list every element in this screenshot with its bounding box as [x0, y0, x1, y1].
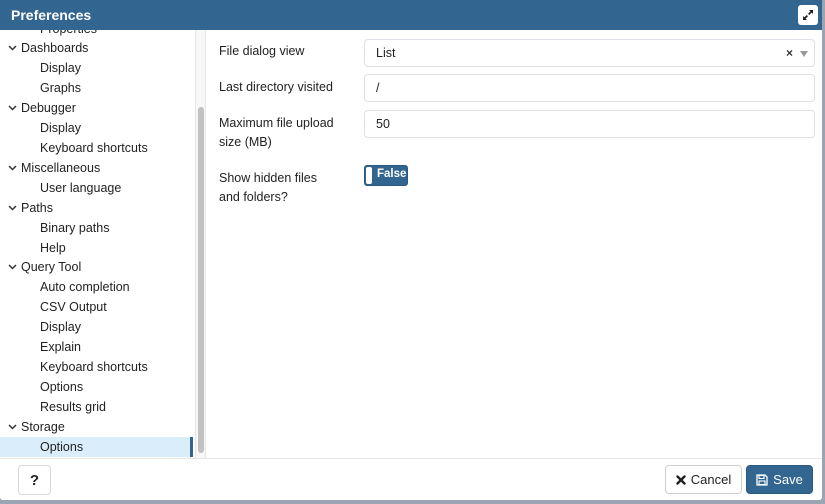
chevron-down-icon[interactable]: [8, 417, 17, 437]
tree-item-graphs[interactable]: Graphs: [0, 78, 193, 98]
tree-group-storage[interactable]: Storage: [0, 417, 193, 437]
scrollbar-thumb[interactable]: [198, 107, 204, 453]
tree-item-explain[interactable]: Explain: [0, 337, 193, 357]
tree-item-label: CSV Output: [40, 300, 107, 315]
last-directory-label: Last directory visited: [219, 80, 333, 94]
tree-item-keyboard-shortcuts[interactable]: Keyboard shortcuts: [0, 138, 193, 158]
tree-group-dashboards[interactable]: Dashboards: [0, 38, 193, 58]
tree-group-paths[interactable]: Paths: [0, 198, 193, 218]
tree-group-miscellaneous[interactable]: Miscellaneous: [0, 158, 193, 178]
tree-item-label: Query Tool: [21, 260, 82, 275]
tree-item-display[interactable]: Display: [0, 317, 193, 337]
tree-item-display[interactable]: Display: [0, 118, 193, 138]
help-button[interactable]: ?: [18, 465, 51, 495]
max-upload-label-line2: size (MB): [219, 135, 272, 149]
dialog-titlebar[interactable]: Preferences: [0, 0, 822, 30]
cancel-button[interactable]: Cancel: [665, 465, 742, 494]
preferences-tree: Properties Dashboards Display Graphs Debugg…: [0, 30, 195, 458]
save-button[interactable]: Save: [746, 465, 813, 494]
tree-item-label: Storage: [21, 420, 65, 435]
chevron-down-icon[interactable]: [8, 98, 17, 118]
file-dialog-view-label: File dialog view: [219, 44, 305, 58]
tree-item-options[interactable]: Options: [0, 437, 193, 457]
tree-item-options[interactable]: Options: [0, 377, 193, 397]
tree-item-label: Options: [40, 380, 84, 395]
tree-item-auto-completion[interactable]: Auto completion: [0, 277, 193, 297]
tree-scrollbar[interactable]: [195, 30, 206, 458]
tree-item-user-language[interactable]: User language: [0, 178, 193, 198]
show-hidden-label-line2: and folders?: [219, 190, 288, 204]
tree-item-label: Keyboard shortcuts: [40, 140, 148, 155]
tree-item-label: Results grid: [40, 400, 106, 415]
tree-item-label: Display: [40, 320, 81, 335]
chevron-down-icon[interactable]: [8, 158, 17, 178]
tree-item-label: Display: [40, 60, 81, 75]
tree-item-label: Keyboard shortcuts: [40, 360, 148, 375]
toggle-knob: [366, 167, 372, 184]
tree-item-binary-paths[interactable]: Binary paths: [0, 218, 193, 238]
tree-item-label: Help: [40, 240, 66, 255]
tree-item-keyboard-shortcuts[interactable]: Keyboard shortcuts: [0, 357, 193, 377]
chevron-down-icon[interactable]: [800, 51, 808, 57]
tree-item-label: Options: [40, 440, 84, 454]
save-icon: [756, 473, 768, 486]
show-hidden-label: Show hidden files and folders?: [219, 169, 317, 207]
select-value: List: [376, 46, 396, 60]
tree-item-help[interactable]: Help: [0, 238, 193, 258]
dialog-title: Preferences: [11, 7, 92, 23]
cancel-label: Cancel: [690, 472, 732, 487]
show-hidden-label-line1: Show hidden files: [219, 171, 317, 185]
tree-item-label: Auto completion: [40, 280, 130, 295]
clear-icon[interactable]: ×: [786, 40, 793, 66]
tree-item-label: Miscellaneous: [21, 160, 101, 175]
chevron-down-icon[interactable]: [8, 198, 17, 218]
tree-item-label: Display: [40, 120, 81, 135]
toggle-label: False: [377, 168, 407, 180]
dialog-footer: ? Cancel Save: [0, 458, 822, 500]
tree-item-label: Properties: [40, 30, 97, 36]
tree-item-label: User language: [40, 180, 122, 195]
tree-item-label: Binary paths: [40, 220, 110, 235]
expand-arrows-icon: [803, 10, 813, 20]
tree-item-label: Debugger: [21, 100, 76, 115]
max-upload-label: Maximum file upload size (MB): [219, 114, 334, 152]
preferences-content: File dialog view List × Last directory v…: [206, 30, 822, 458]
tree-item-label: Graphs: [40, 80, 81, 95]
maximize-button[interactable]: [798, 5, 818, 25]
tree-item-csv-output[interactable]: CSV Output: [0, 297, 193, 317]
preferences-dialog: Preferences Properties Dashboards Display…: [0, 0, 822, 500]
chevron-down-icon[interactable]: [8, 257, 17, 277]
tree-group-query-tool[interactable]: Query Tool: [0, 257, 193, 277]
show-hidden-toggle[interactable]: False: [364, 165, 408, 186]
tree-item-label: Dashboards: [21, 41, 89, 55]
tree-item-display[interactable]: Display: [0, 58, 193, 78]
tree-item-label: Paths: [21, 200, 53, 215]
save-label: Save: [773, 472, 803, 487]
file-dialog-view-select[interactable]: List ×: [364, 39, 815, 67]
tree-group-debugger[interactable]: Debugger: [0, 98, 193, 118]
tree-item-label: Explain: [40, 340, 81, 355]
chevron-down-icon[interactable]: [8, 38, 17, 58]
close-icon: [676, 474, 686, 485]
max-upload-input[interactable]: 50: [364, 110, 815, 138]
max-upload-label-line1: Maximum file upload: [219, 116, 334, 130]
last-directory-input[interactable]: /: [364, 74, 815, 102]
tree-item-results-grid[interactable]: Results grid: [0, 397, 193, 417]
